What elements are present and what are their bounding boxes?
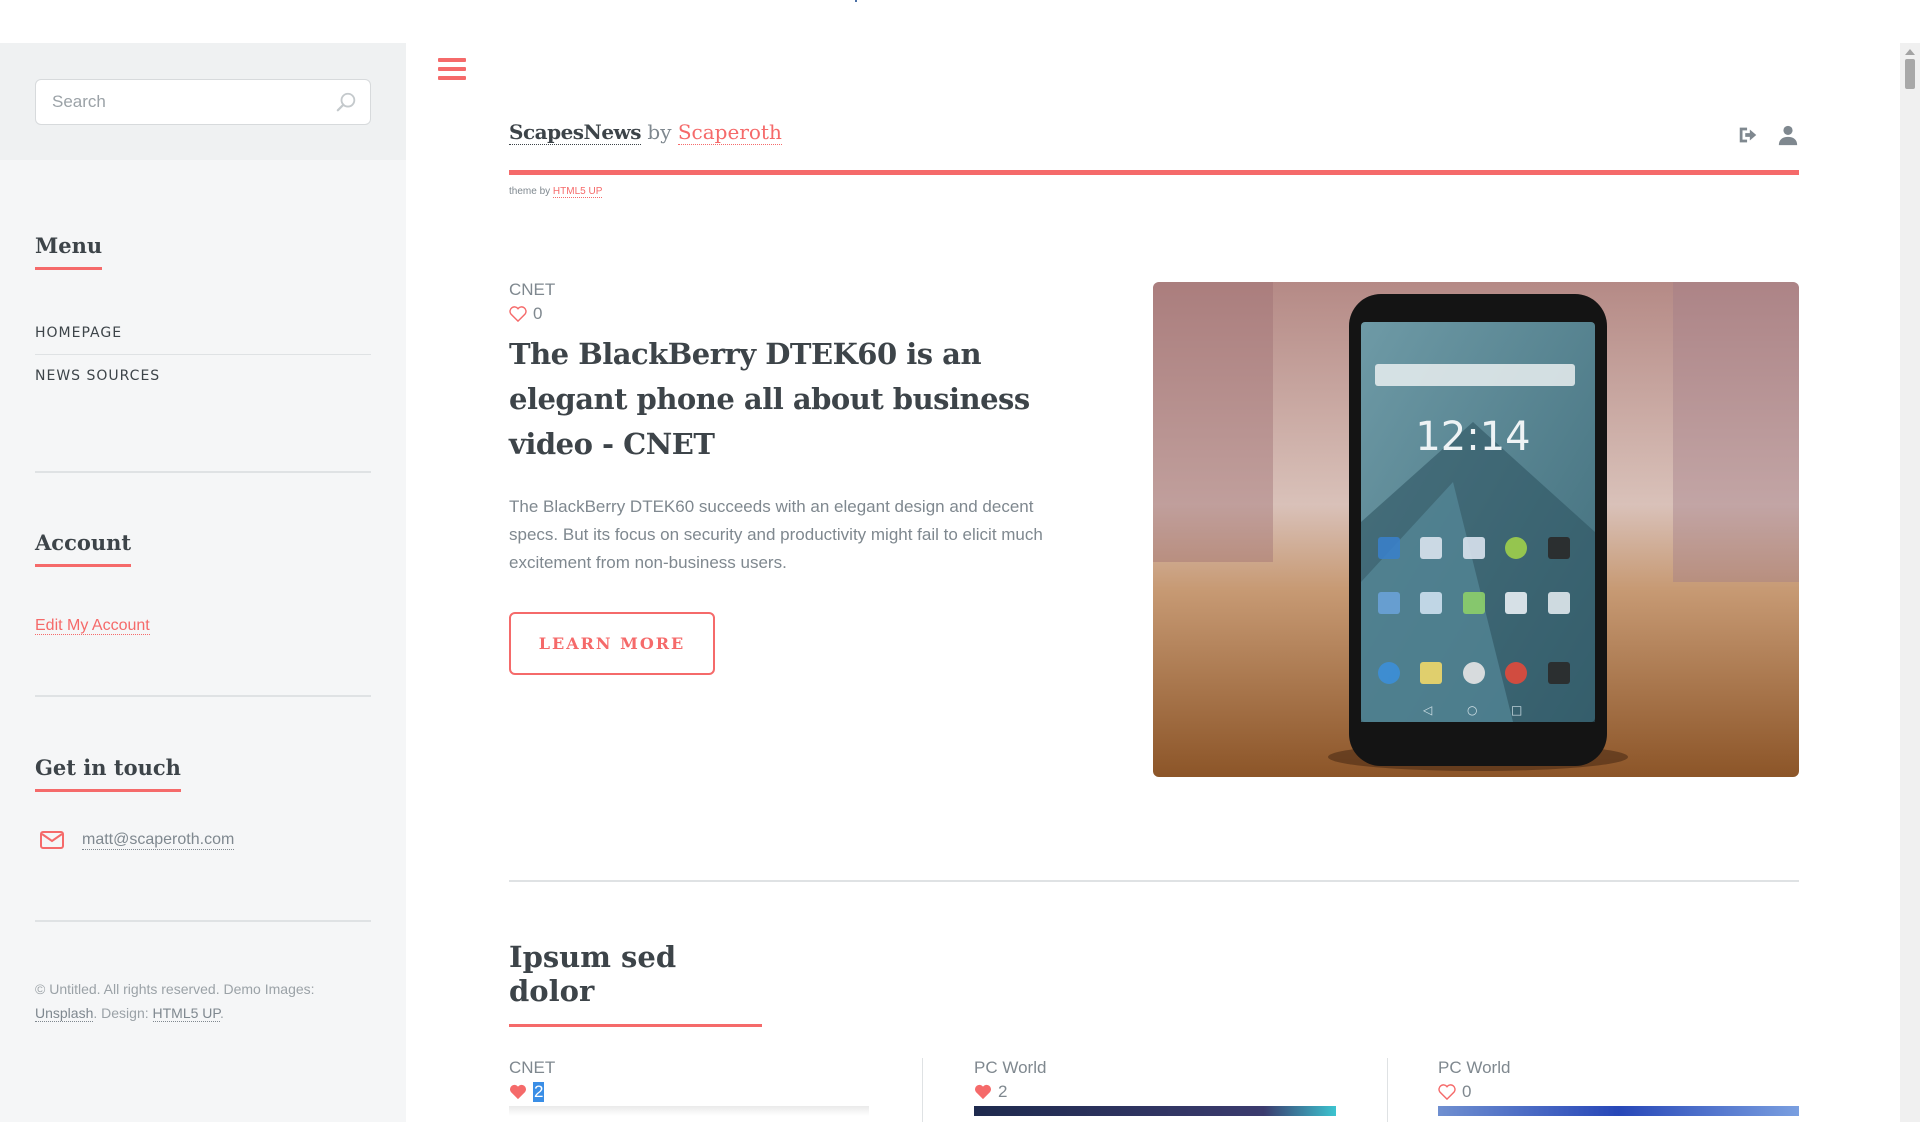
- heart-filled-icon[interactable]: [509, 1084, 527, 1100]
- brand-by: by: [647, 120, 672, 144]
- feature-title: The BlackBerry DTEK60 is an elegant phon…: [509, 337, 1030, 461]
- sidebar-divider: [35, 695, 371, 697]
- search-icon[interactable]: [336, 91, 358, 113]
- menu-list: HOMEPAGE NEWS SOURCES: [35, 312, 371, 397]
- feature-description: The BlackBerry DTEK60 succeeds with an e…: [509, 497, 1043, 572]
- copyright-suffix: .: [219, 1005, 224, 1021]
- section-heading: Ipsum sed dolor: [509, 940, 762, 1027]
- html5up-link[interactable]: HTML5 UP: [152, 1005, 220, 1022]
- feature-source: CNET: [509, 280, 556, 299]
- phone-clock: 12:14: [1415, 414, 1530, 460]
- menu-item-news-sources[interactable]: NEWS SOURCES: [35, 355, 371, 397]
- copyright-prefix: © Untitled. All rights reserved. Demo Im…: [35, 981, 315, 997]
- contact-heading: Get in touch: [35, 755, 181, 792]
- section-divider: [509, 880, 1799, 882]
- theme-credit: theme by HTML5 UP: [509, 186, 603, 198]
- brand-author[interactable]: Scaperoth: [677, 120, 782, 145]
- copyright: © Untitled. All rights reserved. Demo Im…: [35, 977, 371, 1025]
- scrollbar[interactable]: [1900, 43, 1920, 1122]
- feature-like-count: 0: [533, 304, 543, 323]
- theme-credit-prefix: theme by: [509, 186, 551, 197]
- search-section: [0, 43, 406, 160]
- card-like-count: 2: [998, 1082, 1008, 1101]
- learn-more-button[interactable]: LEARN MORE: [509, 612, 715, 675]
- theme-credit-link[interactable]: HTML5 UP: [552, 186, 603, 198]
- card-source: CNET: [509, 1058, 556, 1077]
- card-thumbnail[interactable]: [1438, 1106, 1799, 1116]
- card-separator: [1387, 1058, 1388, 1122]
- menu-item-homepage[interactable]: HOMEPAGE: [35, 312, 371, 355]
- header: ScapesNews by Scaperoth: [509, 120, 1799, 175]
- menu-block: Menu HOMEPAGE NEWS SOURCES: [35, 233, 371, 397]
- card-thumbnail[interactable]: [974, 1106, 1336, 1116]
- card-like-count: 0: [1462, 1082, 1472, 1101]
- heart-filled-icon[interactable]: [974, 1084, 992, 1100]
- feature-article: CNET 0 The BlackBerry DTEK60 is an elega…: [509, 280, 1069, 675]
- article-card[interactable]: PC World 2: [974, 1058, 1394, 1116]
- header-icons: [1737, 124, 1799, 146]
- account-block: Account Edit My Account: [35, 530, 371, 635]
- card-thumbnail[interactable]: [509, 1106, 869, 1116]
- heart-outline-icon[interactable]: [509, 306, 527, 322]
- svg-text:□: □: [1511, 703, 1522, 717]
- brand: ScapesNews by Scaperoth: [509, 120, 782, 145]
- sidebar: Menu HOMEPAGE NEWS SOURCES Account Edit …: [0, 43, 406, 1122]
- contact-row: matt@scaperoth.com: [35, 830, 371, 850]
- edit-account-link[interactable]: Edit My Account: [35, 617, 150, 635]
- sign-out-icon[interactable]: [1737, 124, 1759, 146]
- card-likes: 0: [1438, 1082, 1858, 1102]
- scrollbar-thumb[interactable]: [1905, 59, 1915, 89]
- contact-email[interactable]: matt@scaperoth.com: [82, 831, 235, 850]
- sidebar-divider: [35, 471, 371, 473]
- card-source: PC World: [974, 1058, 1047, 1077]
- design-label: . Design:: [93, 1005, 149, 1021]
- search-box: [35, 79, 371, 125]
- svg-text:◁: ◁: [1422, 703, 1432, 717]
- heart-outline-icon[interactable]: [1438, 1084, 1456, 1100]
- menu-toggle-icon[interactable]: [438, 58, 466, 82]
- card-source: PC World: [1438, 1058, 1511, 1077]
- top-strip: [0, 0, 1920, 43]
- account-heading: Account: [35, 530, 132, 567]
- feature-image[interactable]: 12:14 ◁ ○ □: [1153, 282, 1799, 777]
- card-like-count: 2: [533, 1082, 545, 1102]
- card-separator: [922, 1058, 923, 1122]
- top-dot: [855, 0, 857, 2]
- envelope-icon: [40, 831, 64, 849]
- brand-name[interactable]: ScapesNews: [509, 120, 642, 145]
- svg-text:○: ○: [1467, 703, 1477, 717]
- card-likes: 2: [974, 1082, 1394, 1102]
- article-card[interactable]: CNET 2: [509, 1058, 929, 1116]
- feature-likes: 0: [509, 304, 1069, 324]
- contact-block: Get in touch matt@scaperoth.com: [35, 755, 371, 850]
- phone-photo: 12:14 ◁ ○ □: [1153, 282, 1799, 777]
- unsplash-link[interactable]: Unsplash: [35, 1005, 94, 1022]
- scroll-up-icon[interactable]: [1905, 49, 1915, 55]
- card-likes: 2: [509, 1082, 929, 1102]
- search-input[interactable]: [36, 80, 370, 124]
- menu-heading: Menu: [35, 233, 103, 270]
- sidebar-divider: [35, 920, 371, 922]
- article-card[interactable]: PC World 0: [1438, 1058, 1858, 1116]
- user-icon[interactable]: [1777, 124, 1799, 146]
